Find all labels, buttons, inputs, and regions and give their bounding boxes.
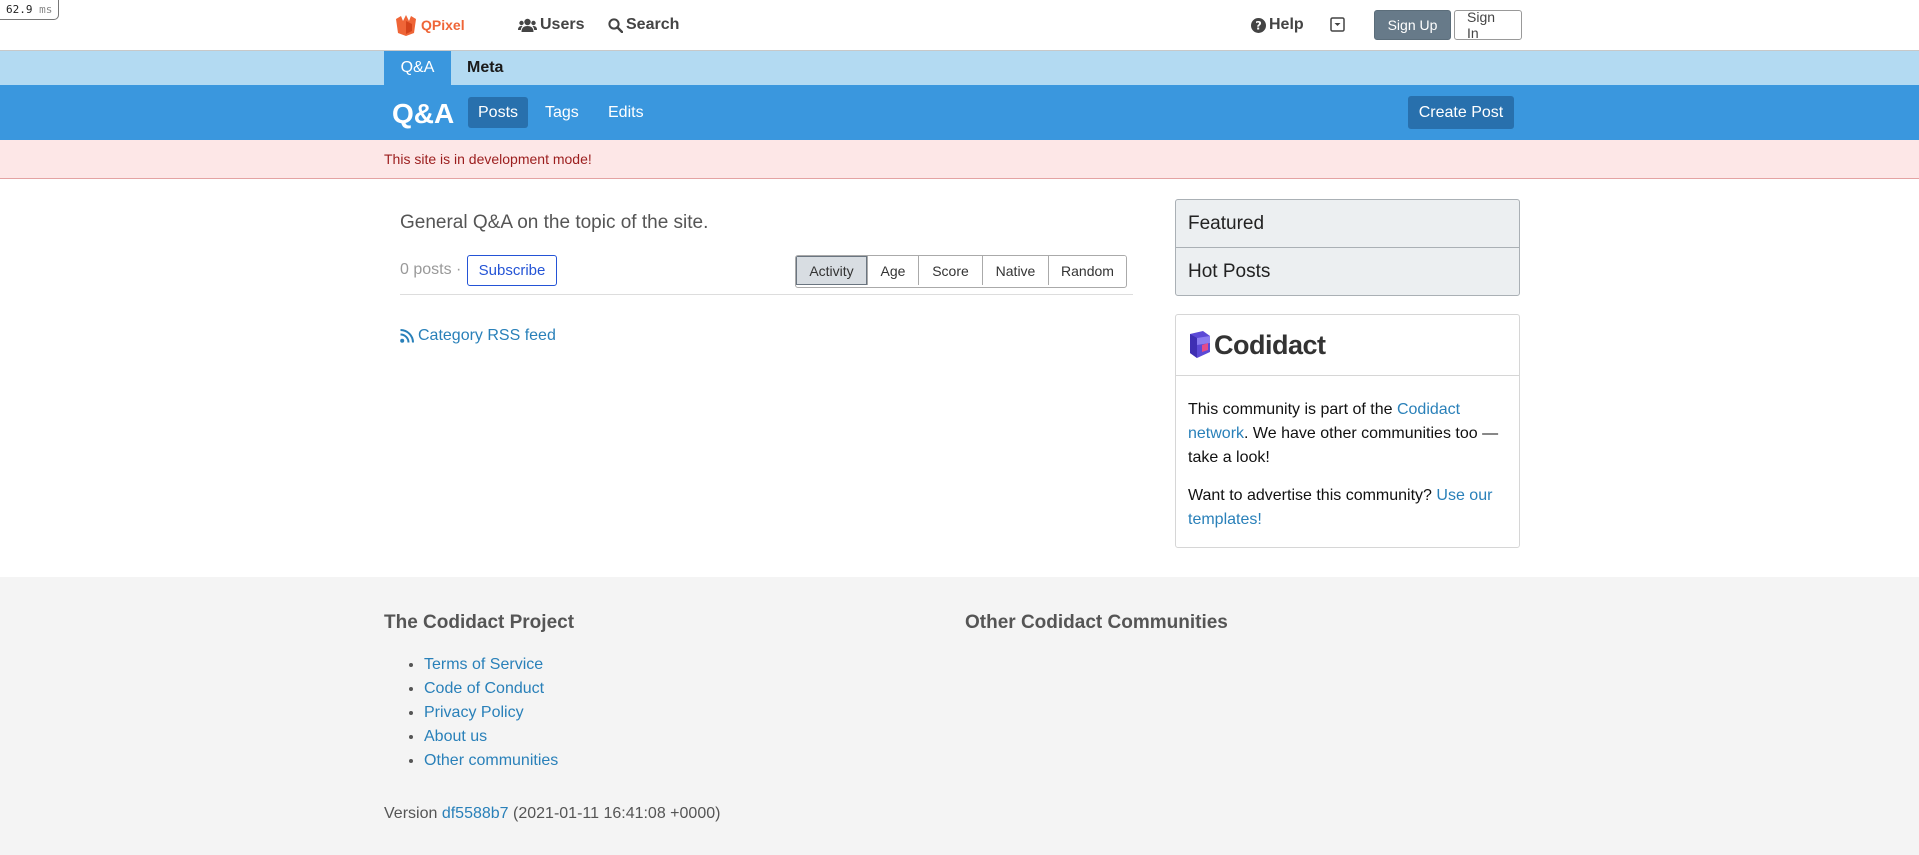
perf-value: 62.9 [6, 3, 33, 16]
sign-up-button[interactable]: Sign Up [1374, 10, 1451, 40]
inbox-icon [1330, 17, 1345, 32]
codidact-widget: Codidact This community is part of the C… [1175, 314, 1520, 548]
help-label: Help [1269, 16, 1304, 33]
hot-posts-heading: Hot Posts [1176, 247, 1519, 295]
category-tabs: Q&A Meta [0, 51, 1919, 85]
nav-edits[interactable]: Edits [598, 97, 654, 128]
perf-indicator: 62.9 ms [0, 0, 60, 20]
nav-tags[interactable]: Tags [535, 97, 589, 128]
list-item: Code of Conduct [424, 677, 558, 701]
footer-links: Terms of Service Code of Conduct Privacy… [384, 653, 558, 773]
tab-meta[interactable]: Meta [451, 51, 519, 85]
category-description: General Q&A on the topic of the site. [400, 212, 709, 233]
terms-link[interactable]: Terms of Service [424, 656, 543, 673]
community-text-1: This community is part of the [1188, 401, 1397, 418]
subscribe-button[interactable]: Subscribe [467, 255, 557, 286]
version-date: (2021-01-11 16:41:08 +0000) [513, 805, 721, 822]
help-icon: ? [1251, 17, 1266, 33]
qpixel-logo-icon [396, 15, 416, 36]
list-item: About us [424, 725, 558, 749]
search-icon [608, 17, 623, 33]
other-communities-link[interactable]: Other communities [424, 752, 558, 769]
list-item: Terms of Service [424, 653, 558, 677]
category-title: Q&A [392, 98, 455, 129]
posts-count: 0 posts · [400, 261, 462, 278]
users-label: Users [540, 16, 585, 33]
list-item: Privacy Policy [424, 701, 558, 725]
list-item: Other communities [424, 749, 558, 773]
users-link[interactable]: Users [518, 16, 584, 34]
advertise-paragraph: Want to advertise this community? Use ou… [1188, 484, 1507, 532]
create-post-button[interactable]: Create Post [1408, 96, 1514, 129]
sort-random[interactable]: Random [1048, 256, 1126, 285]
rss-icon [400, 329, 414, 343]
advertise-text: Want to advertise this community? [1188, 487, 1437, 504]
site-footer: The Codidact Project Other Codidact Comm… [0, 577, 1919, 855]
divider [400, 294, 1133, 295]
featured-heading: Featured [1188, 212, 1265, 234]
dev-mode-text: This site is in development mode! [384, 151, 592, 167]
sort-native[interactable]: Native [982, 256, 1048, 285]
nav-posts[interactable]: Posts [468, 97, 529, 128]
codidact-wordmark: Codidact [1214, 329, 1326, 360]
rss-feed-link[interactable]: Category RSS feed [400, 327, 556, 345]
sort-tabs: Activity Age Score Native Random [795, 255, 1127, 288]
inbox-button[interactable] [1330, 17, 1345, 32]
version-hash-link[interactable]: df5588b7 [442, 805, 509, 822]
featured-widget: Featured Hot Posts [1175, 199, 1520, 296]
tab-qa[interactable]: Q&A [384, 51, 451, 85]
search-label: Search [626, 16, 680, 33]
help-link[interactable]: ? Help [1251, 16, 1304, 34]
rss-label: Category RSS feed [418, 327, 556, 344]
version-label: Version [384, 805, 438, 822]
site-logo[interactable]: QPixel [394, 13, 465, 37]
sign-in-button[interactable]: Sign In [1454, 9, 1522, 41]
footer-other-heading: Other Codidact Communities [965, 612, 1228, 633]
dev-mode-banner: This site is in development mode! [0, 140, 1919, 179]
codidact-header: Codidact [1176, 315, 1519, 376]
svg-text:?: ? [1255, 19, 1262, 32]
users-icon [518, 18, 537, 32]
site-header: QPixel Users Search ? Help Sign Up Sign … [0, 0, 1919, 51]
code-of-conduct-link[interactable]: Code of Conduct [424, 680, 544, 697]
search-link[interactable]: Search [608, 16, 679, 34]
sort-age[interactable]: Age [867, 256, 918, 285]
sort-score[interactable]: Score [918, 256, 982, 285]
perf-unit: ms [39, 3, 53, 16]
privacy-policy-link[interactable]: Privacy Policy [424, 704, 524, 721]
footer-project-heading: The Codidact Project [384, 612, 575, 633]
category-header: Q&A Posts Tags Edits Create Post [0, 85, 1919, 140]
logo-text: QPixel [421, 17, 465, 33]
about-us-link[interactable]: About us [424, 728, 487, 745]
codidact-body: This community is part of the Codidact n… [1176, 376, 1519, 542]
sort-activity[interactable]: Activity [796, 256, 867, 285]
codidact-logo-icon [1190, 331, 1210, 358]
version-info: Version df5588b7 (2021-01-11 16:41:08 +0… [384, 805, 720, 823]
community-paragraph: This community is part of the Codidact n… [1188, 398, 1507, 470]
